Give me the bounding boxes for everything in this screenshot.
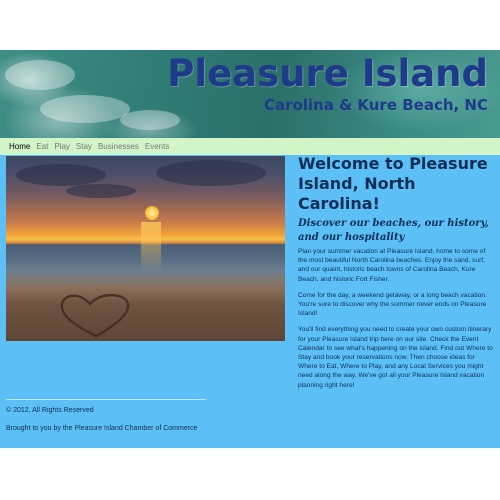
- cloud: [66, 184, 136, 198]
- site-subtitle: Carolina & Kure Beach, NC: [263, 96, 488, 114]
- planning-paragraph: You'll find everything you need to creat…: [298, 326, 493, 389]
- sun-reflection: [141, 222, 161, 272]
- nav-businesses[interactable]: Businesses: [98, 142, 139, 151]
- nav-eat[interactable]: Eat: [36, 142, 48, 151]
- wave-foam: [40, 95, 130, 123]
- chamber-credit: Brought to you by the Pleasure Island Ch…: [6, 425, 198, 432]
- page-container: Pleasure Island Carolina & Kure Beach, N…: [0, 50, 500, 448]
- sun-icon: [145, 206, 159, 220]
- main-nav: Home Eat Play Stay Businesses Events: [0, 138, 500, 155]
- wave-foam: [5, 60, 75, 90]
- wave-foam: [120, 110, 180, 130]
- cloud: [156, 160, 266, 186]
- page-tagline: Discover our beaches, our history, and o…: [298, 218, 489, 243]
- main-content: Welcome to Pleasure Island, North Caroli…: [298, 154, 494, 397]
- nav-events[interactable]: Events: [145, 142, 169, 151]
- cloud: [16, 164, 106, 186]
- intro-paragraph: Plan your summer vacation at Pleasure Is…: [298, 248, 486, 283]
- header-banner: Pleasure Island Carolina & Kure Beach, N…: [0, 50, 500, 138]
- hero-image: [6, 156, 285, 341]
- getaway-paragraph: Come for the day, a weekend getaway, or …: [298, 291, 487, 318]
- copyright-text: © 2012, All Rights Reserved: [6, 407, 94, 414]
- nav-home[interactable]: Home: [9, 142, 30, 151]
- heart-in-sand-icon: [60, 293, 130, 338]
- nav-play[interactable]: Play: [54, 142, 70, 151]
- nav-stay[interactable]: Stay: [76, 142, 92, 151]
- site-title[interactable]: Pleasure Island: [167, 52, 488, 95]
- footer-divider: [6, 399, 206, 400]
- page-heading: Welcome to Pleasure Island, North Caroli…: [298, 154, 488, 213]
